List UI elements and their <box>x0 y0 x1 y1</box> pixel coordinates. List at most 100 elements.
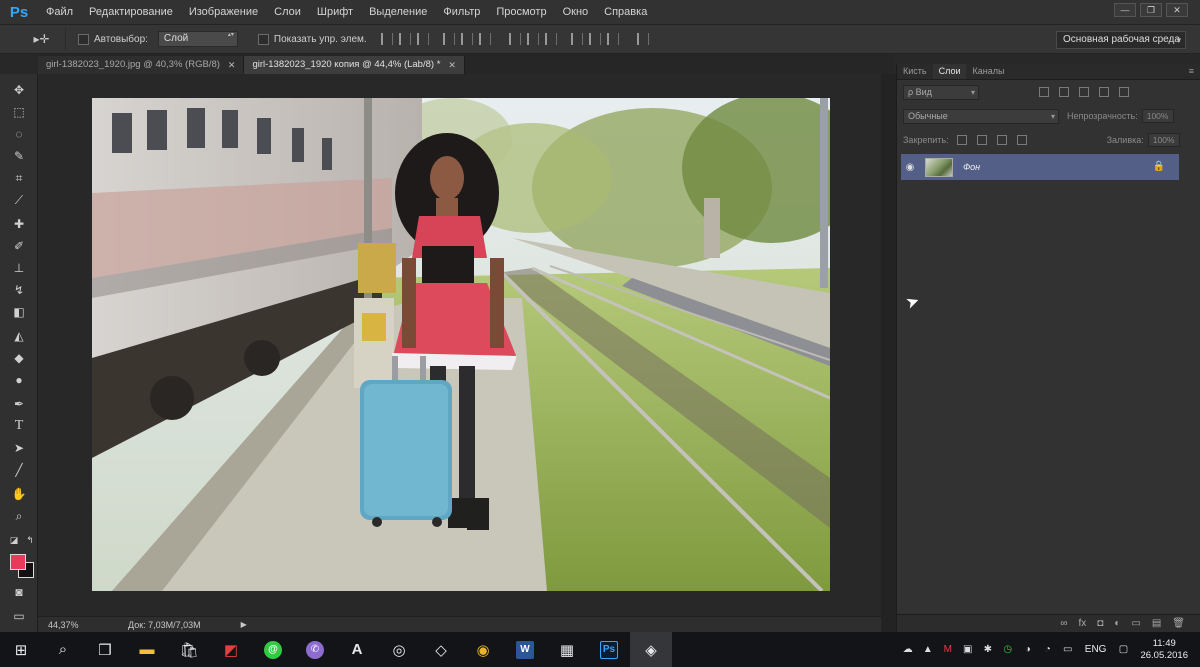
tab-layers[interactable]: Слои <box>932 64 967 79</box>
taskbar-app-photoshop[interactable]: Ps <box>588 632 630 667</box>
align-bottom-icon[interactable] <box>416 33 429 45</box>
default-colors-icon[interactable]: ◪ <box>6 532 22 548</box>
fill-input[interactable]: 100% <box>1147 133 1180 147</box>
show-transform-checkbox[interactable] <box>257 33 269 45</box>
move-tool-icon[interactable]: ✥ <box>11 82 27 98</box>
auto-align-icon[interactable] <box>636 33 649 45</box>
taskbar-app-image[interactable]: ◇ <box>420 632 462 667</box>
quick-mask-icon[interactable]: ◙ <box>11 584 27 600</box>
distribute-hcenter-icon[interactable] <box>588 33 601 45</box>
layer-row-background[interactable]: ◉ Фон 🔒 <box>901 154 1179 180</box>
clone-stamp-tool-icon[interactable]: ⊥ <box>11 260 27 276</box>
taskbar-app-viber[interactable]: ✆ <box>294 632 336 667</box>
eye-icon[interactable]: ◉ <box>901 162 919 173</box>
add-mask-icon[interactable]: ◘ <box>1097 618 1103 629</box>
align-hcenter-icon[interactable] <box>460 33 473 45</box>
pen-tool-icon[interactable]: ✒ <box>11 396 27 412</box>
healing-brush-tool-icon[interactable]: ✚ <box>11 216 27 232</box>
dodge-tool-icon[interactable]: ● <box>11 372 27 388</box>
history-brush-tool-icon[interactable]: ↯ <box>11 282 27 298</box>
opacity-input[interactable]: 100% <box>1141 109 1174 123</box>
distribute-top-icon[interactable] <box>508 33 521 45</box>
taskbar-app-text[interactable]: A <box>336 632 378 667</box>
menu-filter[interactable]: Фильтр <box>435 0 488 24</box>
restore-button[interactable]: ❐ <box>1140 3 1162 17</box>
filter-shape-icon[interactable] <box>1099 87 1109 97</box>
canvas-area[interactable] <box>38 74 881 616</box>
menu-type[interactable]: Шрифт <box>309 0 361 24</box>
close-button[interactable]: ✕ <box>1166 3 1188 17</box>
tab-document-1[interactable]: girl-1382023_1920.jpg @ 40,3% (RGB/8) ✕ <box>38 56 245 74</box>
taskbar-app-chrome[interactable]: ◉ <box>462 632 504 667</box>
lock-position-icon[interactable] <box>996 135 1007 145</box>
distribute-bottom-icon[interactable] <box>544 33 557 45</box>
link-layers-icon[interactable]: ∞ <box>1060 618 1067 629</box>
kind-filter-dropdown[interactable]: ρ Вид <box>903 84 979 100</box>
status-menu-arrow[interactable]: ▶ <box>241 620 247 629</box>
taskbar-app-calculator[interactable]: ▦ <box>546 632 588 667</box>
taskbar-app-explorer[interactable]: ▬ <box>126 632 168 667</box>
tab-brush[interactable]: Кисть <box>897 64 933 79</box>
menu-help[interactable]: Справка <box>596 0 655 24</box>
menu-image[interactable]: Изображение <box>181 0 266 24</box>
filter-type-icon[interactable] <box>1079 87 1089 97</box>
document-image[interactable] <box>92 98 830 591</box>
battery-icon[interactable]: ▭ <box>1061 643 1075 657</box>
network-icon[interactable]: ◑ <box>1021 643 1035 657</box>
quick-select-tool-icon[interactable]: ✎ <box>11 148 27 164</box>
hand-tool-icon[interactable]: ✋ <box>11 486 27 502</box>
workspace-dropdown[interactable]: Основная рабочая среда <box>1056 31 1186 49</box>
menu-file[interactable]: Файл <box>38 0 81 24</box>
lock-all-icon[interactable] <box>1016 135 1027 145</box>
menu-window[interactable]: Окно <box>555 0 597 24</box>
eyedropper-tool-icon[interactable]: ⟋ <box>11 192 27 208</box>
antivirus-icon[interactable]: M <box>941 643 955 657</box>
menu-select[interactable]: Выделение <box>361 0 435 24</box>
lock-transparency-icon[interactable] <box>956 135 967 145</box>
taskbar-app-active[interactable]: ◈ <box>630 632 672 667</box>
marquee-tool-icon[interactable]: ⬚ <box>11 104 27 120</box>
path-select-tool-icon[interactable]: ➤ <box>11 440 27 456</box>
screen-mode-icon[interactable]: ▭ <box>11 608 27 624</box>
taskbar-app-1[interactable]: ◩ <box>210 632 252 667</box>
taskbar-app-store[interactable]: 🛍 <box>168 632 210 667</box>
tab-channels[interactable]: Каналы <box>966 64 1010 79</box>
new-group-icon[interactable]: ▭ <box>1131 618 1140 629</box>
start-button[interactable]: ⊞ <box>0 632 42 667</box>
align-left-icon[interactable] <box>442 33 455 45</box>
line-tool-icon[interactable]: ╱ <box>11 462 27 478</box>
task-view-button[interactable]: ❒ <box>84 632 126 667</box>
foreground-color-swatch[interactable] <box>10 554 26 570</box>
zoom-level[interactable]: 44,37% <box>48 620 88 630</box>
volume-icon[interactable]: ◔ <box>1041 643 1055 657</box>
blend-mode-dropdown[interactable]: Обычные <box>903 108 1059 124</box>
filter-pixel-icon[interactable] <box>1039 87 1049 97</box>
layer-name[interactable]: Фон <box>963 162 980 172</box>
zoom-tool-icon[interactable]: ⌕ <box>11 508 27 524</box>
crop-tool-icon[interactable]: ⌗ <box>11 170 27 186</box>
taskbar-app-word[interactable]: W <box>504 632 546 667</box>
bluetooth-icon[interactable]: ✱ <box>981 643 995 657</box>
auto-select-checkbox[interactable] <box>78 33 89 45</box>
taskbar-search-button[interactable]: ⌕ <box>42 632 84 667</box>
tab-document-2[interactable]: girl-1382023_1920 копия @ 44,4% (Lab/8) … <box>244 56 465 74</box>
taskbar-app-camera[interactable]: ◎ <box>378 632 420 667</box>
distribute-right-icon[interactable] <box>606 33 619 45</box>
align-top-icon[interactable] <box>380 33 393 45</box>
minimize-button[interactable]: — <box>1114 3 1136 17</box>
lock-pixels-icon[interactable] <box>976 135 987 145</box>
eraser-tool-icon[interactable]: ◧ <box>11 304 27 320</box>
swap-colors-icon[interactable]: ↰ <box>22 532 38 548</box>
cloud-icon[interactable]: ☁ <box>901 643 915 657</box>
menu-layers[interactable]: Слои <box>266 0 309 24</box>
language-indicator[interactable]: ENG <box>1085 644 1107 655</box>
delete-layer-icon[interactable]: 🗑 <box>1172 618 1185 629</box>
blur-tool-icon[interactable]: ◆ <box>11 350 27 366</box>
distribute-vcenter-icon[interactable] <box>526 33 539 45</box>
auto-select-dropdown[interactable]: Слой <box>157 31 238 47</box>
align-right-icon[interactable] <box>478 33 491 45</box>
distribute-left-icon[interactable] <box>570 33 583 45</box>
filter-smart-object-icon[interactable] <box>1119 87 1129 97</box>
new-layer-icon[interactable]: ▤ <box>1152 618 1161 629</box>
messenger-tray-icon[interactable]: ◷ <box>1001 643 1015 657</box>
